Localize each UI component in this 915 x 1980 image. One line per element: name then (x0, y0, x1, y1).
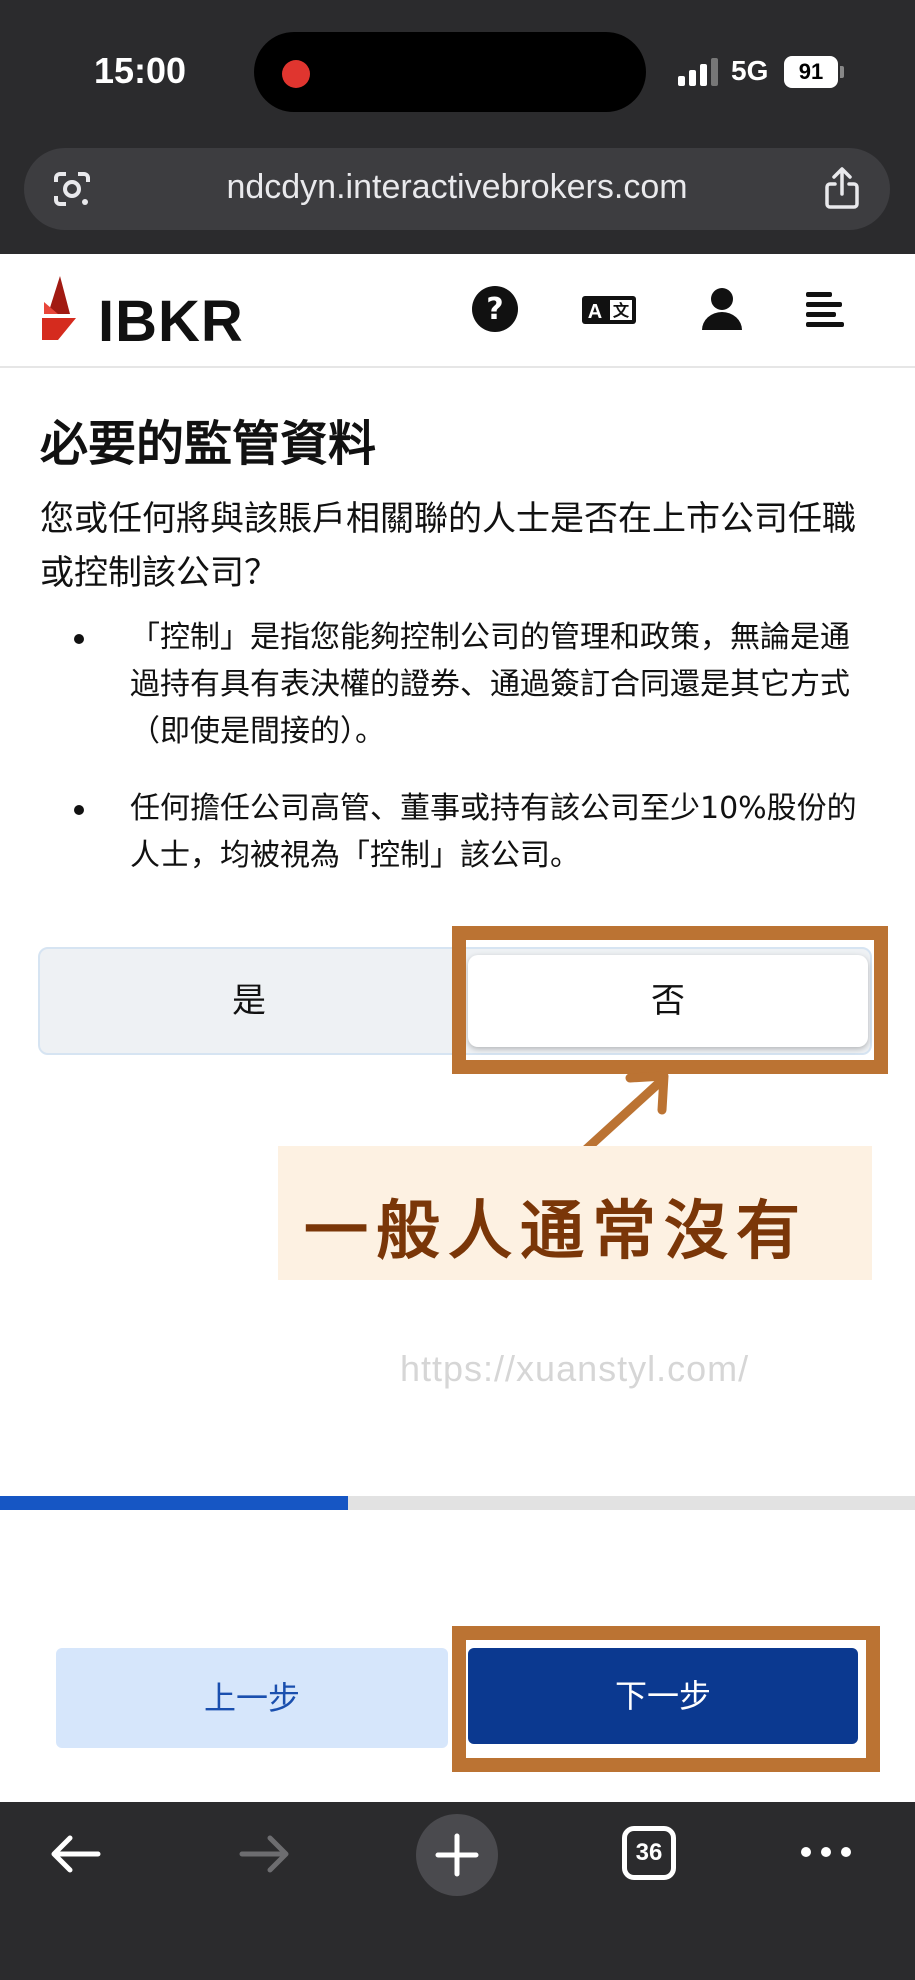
progress-bar (0, 1496, 915, 1510)
back-button[interactable]: 上一步 (56, 1648, 448, 1748)
user-icon[interactable] (697, 284, 747, 334)
signal-strength-icon (678, 58, 722, 86)
annotation-highlight-next (452, 1626, 880, 1772)
help-icon[interactable]: ? (470, 284, 520, 334)
dynamic-island (254, 32, 646, 112)
watermark-text: https://xuanstyl.com/ (400, 1348, 750, 1389)
option-yes-button[interactable]: 是 (40, 949, 458, 1053)
logo-text: IBKR (98, 289, 244, 354)
svg-text:文: 文 (613, 301, 630, 320)
battery-icon: 91 (784, 56, 838, 88)
web-page: IBKR ? A 文 必要的監管資料 您或任何將與該賬戶相關聯的人士是否在上市公… (0, 254, 915, 1802)
forward-arrow-icon[interactable] (238, 1830, 294, 1878)
url-text[interactable]: ndcdyn.interactivebrokers.com (24, 168, 890, 207)
tab-switcher-button[interactable]: 36 (622, 1826, 676, 1880)
ibkr-logo-mark-icon (42, 276, 76, 340)
bullet-control-threshold: 任何擔任公司高管、董事或持有該公司至少10%股份的人士，均被視為「控制」該公司。 (74, 785, 874, 879)
share-icon[interactable] (822, 166, 862, 210)
menu-icon[interactable] (800, 284, 850, 334)
plus-icon (435, 1833, 479, 1877)
browser-top-chrome: 15:00 5G 91 ndcdyn.interactivebrokers.co… (0, 0, 915, 254)
language-icon[interactable]: A 文 (580, 284, 638, 334)
battery-tip (840, 66, 844, 78)
address-bar[interactable]: ndcdyn.interactivebrokers.com (24, 148, 890, 230)
status-time: 15:00 (94, 50, 187, 91)
annotation-highlight-no (452, 926, 888, 1074)
info-bullet-list: 「控制」是指您能夠控制公司的管理和政策，無論是通過持有具有表決權的證券、通過簽訂… (74, 614, 874, 909)
new-tab-button[interactable] (416, 1814, 498, 1896)
network-type: 5G (731, 55, 769, 86)
question-text: 您或任何將與該賬戶相關聯的人士是否在上市公司任職或控制該公司？ (40, 499, 856, 593)
ibkr-logo[interactable]: IBKR (40, 274, 250, 354)
svg-text:A: A (588, 301, 602, 323)
browser-bottom-toolbar: 36 (0, 1802, 915, 1980)
svg-text:?: ? (486, 292, 503, 327)
progress-bar-fill (0, 1496, 348, 1510)
recording-indicator-icon (282, 60, 310, 88)
page-title: 必要的監管資料 (40, 416, 377, 472)
back-arrow-icon[interactable] (46, 1830, 102, 1878)
annotation-note-text: 一般人通常沒有 (304, 1195, 808, 1269)
annotation-note: 一般人通常沒有 (278, 1146, 872, 1280)
site-header: IBKR ? A 文 (0, 254, 915, 368)
bullet-control-definition: 「控制」是指您能夠控制公司的管理和政策，無論是通過持有具有表決權的證券、通過簽訂… (74, 614, 874, 755)
more-options-icon[interactable] (798, 1842, 854, 1862)
